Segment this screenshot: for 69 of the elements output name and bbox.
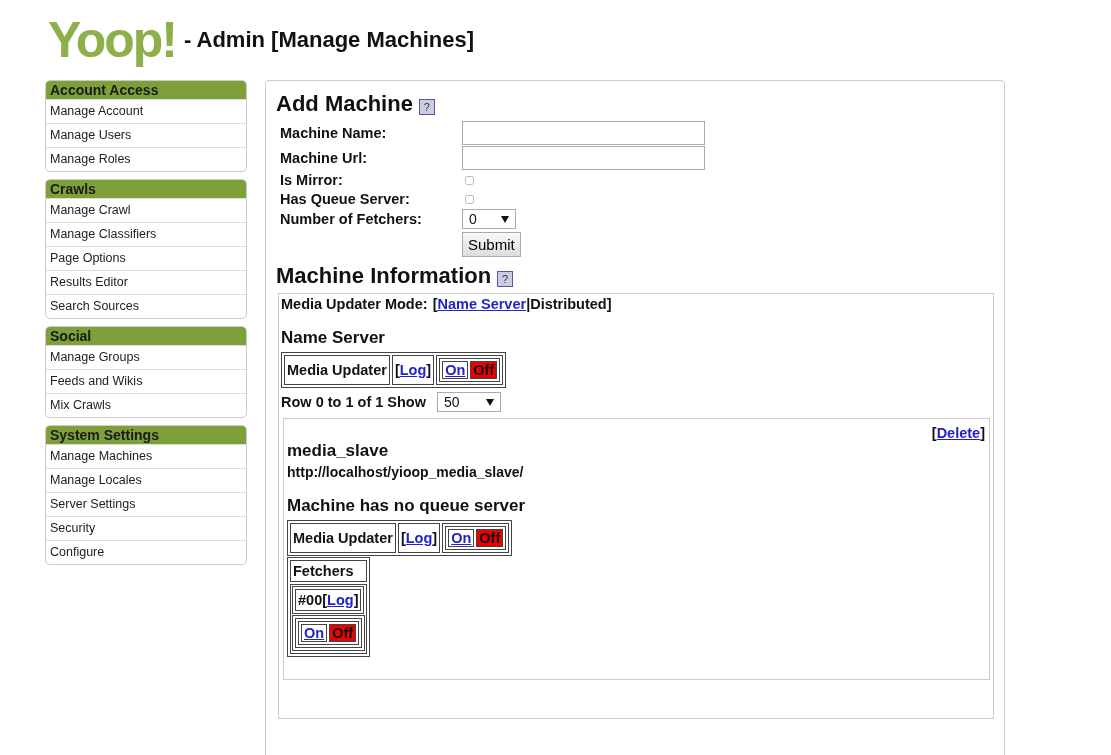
menu-link[interactable]: Server Settings bbox=[46, 492, 246, 516]
bracket: ] bbox=[353, 592, 359, 608]
menu-link[interactable]: Feeds and Wikis bbox=[46, 369, 246, 393]
off-state: Off bbox=[470, 361, 498, 379]
section-title: Machine Information bbox=[276, 263, 492, 289]
menu-link[interactable]: Manage Account bbox=[46, 99, 246, 123]
submit-button[interactable]: Submit bbox=[462, 232, 521, 257]
section-title: Add Machine bbox=[276, 91, 413, 117]
fetcher-id: #00 bbox=[298, 592, 323, 608]
menu-link[interactable]: Results Editor bbox=[46, 270, 246, 294]
separator: | bbox=[526, 296, 531, 312]
help-icon[interactable]: ? bbox=[418, 99, 435, 115]
menu-link[interactable]: Manage Roles bbox=[46, 147, 246, 171]
menu-link[interactable]: Configure bbox=[46, 540, 246, 564]
bracket: [ bbox=[400, 530, 406, 546]
page-size-dropdown[interactable]: 50 bbox=[437, 392, 501, 412]
help-icon[interactable]: ? bbox=[497, 271, 514, 287]
fetchers-heading: Fetchers bbox=[293, 563, 354, 579]
off-state: Off bbox=[476, 529, 504, 547]
server-heading: Name Server bbox=[281, 328, 386, 348]
machine-name: media_slave bbox=[287, 441, 390, 461]
process-name: Media Updater bbox=[293, 530, 393, 546]
bracket: ] bbox=[606, 296, 612, 312]
text-field[interactable] bbox=[462, 146, 705, 170]
checkbox[interactable] bbox=[465, 195, 474, 204]
menu-link[interactable]: Mix Crawls bbox=[46, 393, 246, 417]
menu-heading: Account Access bbox=[46, 81, 246, 99]
pager-label: Row 0 to 1 of 1 Show bbox=[281, 394, 426, 410]
log-link[interactable]: Log bbox=[399, 362, 427, 378]
menu-link[interactable]: Manage Crawl bbox=[46, 198, 246, 222]
log-link[interactable]: Log bbox=[327, 592, 354, 608]
menu-link[interactable]: Search Sources bbox=[46, 294, 246, 318]
caret-icon bbox=[501, 215, 509, 223]
bracket: [ bbox=[322, 592, 328, 608]
menu-link[interactable]: Security bbox=[46, 516, 246, 540]
field-label: Has Queue Server: bbox=[280, 190, 411, 208]
field-label: Is Mirror: bbox=[280, 171, 344, 189]
menu-heading: Social bbox=[46, 327, 246, 345]
menu-link[interactable]: Manage Classifiers bbox=[46, 222, 246, 246]
menu-heading: Crawls bbox=[46, 180, 246, 198]
menu-link[interactable]: Manage Locales bbox=[46, 468, 246, 492]
menu-link[interactable]: Manage Machines bbox=[46, 444, 246, 468]
field-label: Number of Fetchers: bbox=[280, 210, 423, 228]
bracket: [ bbox=[931, 425, 937, 441]
current-mode: Distributed bbox=[530, 296, 607, 312]
bracket: ] bbox=[432, 530, 438, 546]
checkbox[interactable] bbox=[465, 176, 474, 185]
bracket: ] bbox=[426, 362, 432, 378]
menu-link[interactable]: Manage Users bbox=[46, 123, 246, 147]
mode-link[interactable]: Name Server bbox=[437, 296, 527, 312]
field-label: Machine Name: bbox=[280, 124, 388, 142]
machine-url: http://localhost/yioop_media_slave/ bbox=[287, 464, 525, 480]
caret-icon bbox=[486, 398, 494, 406]
page-title: - Admin [Manage Machines] bbox=[183, 27, 475, 53]
bracket: [ bbox=[394, 362, 400, 378]
queue-heading: Machine has no queue server bbox=[287, 496, 527, 516]
menu-link[interactable]: Page Options bbox=[46, 246, 246, 270]
process-name: Media Updater bbox=[287, 362, 387, 378]
bracket: ] bbox=[980, 425, 985, 441]
field-label: Machine Url: bbox=[280, 149, 368, 167]
bracket: [ bbox=[432, 296, 438, 312]
log-link[interactable]: Delete bbox=[936, 425, 981, 441]
menu-link[interactable]: Manage Groups bbox=[46, 345, 246, 369]
off-state: Off bbox=[329, 624, 357, 642]
log-link[interactable]: Log bbox=[405, 530, 433, 546]
menu-heading: System Settings bbox=[46, 426, 246, 444]
text-field[interactable] bbox=[462, 121, 705, 145]
mode-label: Media Updater Mode: bbox=[281, 296, 428, 312]
number-dropdown[interactable]: 0 bbox=[462, 209, 516, 229]
